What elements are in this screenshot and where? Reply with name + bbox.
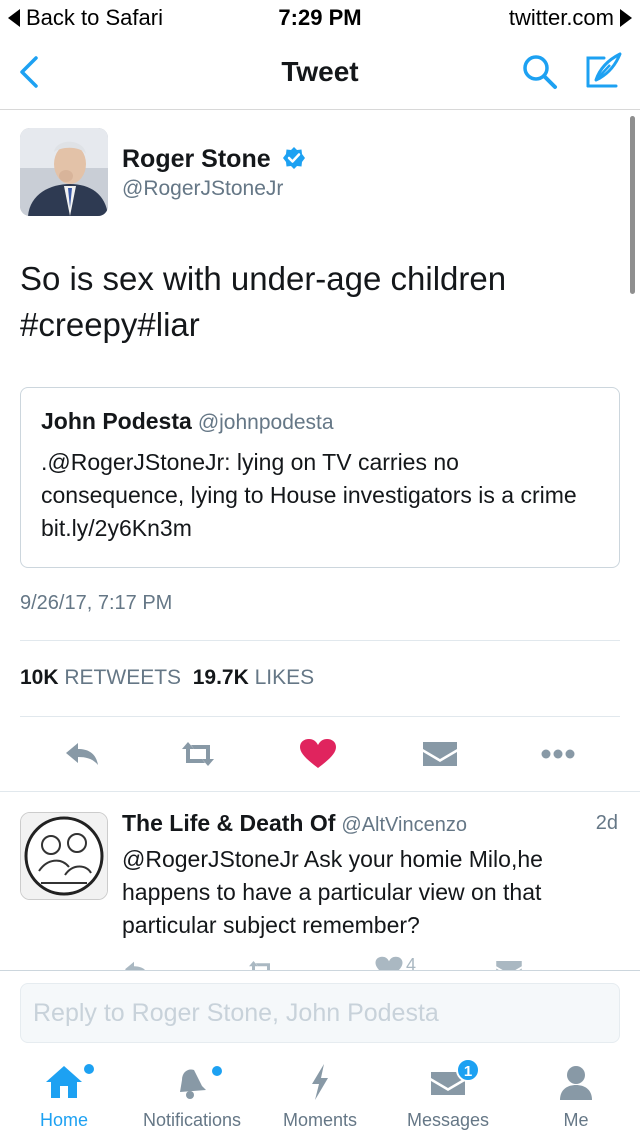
tab-messages[interactable]: 1 Messages <box>384 1054 512 1138</box>
tab-home-label: Home <box>39 1110 88 1130</box>
tweet-stats: 10K RETWEETS 19.7K LIKES <box>20 666 314 690</box>
reply-input[interactable] <box>20 983 620 1043</box>
forward-triangle-icon <box>620 9 632 27</box>
quoted-tweet-card[interactable]: John Podesta @johnpodesta .@RogerJStoneJr… <box>20 387 620 568</box>
tweet-text: So is sex with under-age children #creep… <box>20 260 507 343</box>
scrollbar[interactable] <box>630 116 635 294</box>
likes-label: LIKES <box>254 666 315 689</box>
reply-text: @RogerJStoneJr Ask your homie Milo,he ha… <box>122 846 543 938</box>
reply-avatar-image <box>21 813 107 899</box>
lightning-icon <box>312 1064 328 1100</box>
tab-bar: Home Notifications Moments 1 Messages Me <box>0 1054 640 1138</box>
likes-stat[interactable]: 19.7K LIKES <box>193 666 314 689</box>
person-icon <box>560 1066 592 1100</box>
search-icon[interactable] <box>520 52 560 92</box>
author-name-label: Roger Stone <box>122 145 271 173</box>
divider <box>20 716 620 717</box>
tab-notifications[interactable]: Notifications <box>128 1054 256 1138</box>
likes-count: 19.7K <box>192 666 249 689</box>
reply-composer <box>0 970 640 1054</box>
author-avatar[interactable] <box>20 128 108 216</box>
reply-author-avatar[interactable] <box>20 812 108 900</box>
reply-author-name[interactable]: The Life & Death Of <box>122 810 335 836</box>
author-name[interactable]: Roger Stone <box>122 145 306 174</box>
home-icon <box>46 1066 82 1098</box>
tab-notifications-label: Notifications <box>142 1110 242 1130</box>
author-avatar-image <box>20 128 108 216</box>
reply-author-handle[interactable]: @AltVincenzo <box>341 814 467 836</box>
notifications-new-dot <box>212 1066 222 1076</box>
retweet-icon[interactable] <box>178 737 218 771</box>
more-icon[interactable] <box>538 737 578 771</box>
tab-me-label: Me <box>563 1110 589 1130</box>
status-url[interactable]: twitter.com <box>509 5 632 31</box>
section-divider <box>0 791 640 792</box>
author-handle[interactable]: @RogerJStoneJr <box>122 177 283 201</box>
bell-icon <box>180 1069 206 1099</box>
tab-moments-label: Moments <box>282 1110 358 1130</box>
tab-me[interactable]: Me <box>512 1054 640 1138</box>
reply-time: 2d <box>595 812 618 834</box>
tab-moments[interactable]: Moments <box>256 1054 384 1138</box>
retweets-count: 10K <box>20 666 59 689</box>
divider <box>20 640 620 641</box>
tab-home[interactable]: Home <box>0 1054 128 1138</box>
compose-icon[interactable] <box>582 50 624 92</box>
tweet-timestamp: 9/26/17, 7:17 PM <box>20 592 173 614</box>
reply-header: The Life & Death Of @AltVincenzo 2d <box>122 810 620 837</box>
messages-badge: 1 <box>456 1058 480 1082</box>
status-url-label: twitter.com <box>508 5 614 30</box>
quoted-tweet-text: .@RogerJStoneJr: lying on TV carries no … <box>41 449 577 541</box>
retweets-label: RETWEETS <box>64 666 182 689</box>
verified-badge-icon <box>282 147 305 170</box>
status-bar: Back to Safari 7:29 PM twitter.com <box>0 0 640 34</box>
reply-icon[interactable] <box>62 737 102 771</box>
heart-icon[interactable] <box>298 737 338 771</box>
chevron-left-icon[interactable] <box>14 52 44 92</box>
dm-envelope-icon[interactable] <box>420 737 460 771</box>
retweets-stat[interactable]: 10K RETWEETS <box>20 666 181 689</box>
home-new-dot <box>84 1064 94 1074</box>
tab-messages-label: Messages <box>406 1110 490 1130</box>
quoted-author-handle: @johnpodesta <box>197 411 334 434</box>
quoted-author: John Podesta @johnpodesta <box>41 408 334 435</box>
tweet-actions <box>0 725 640 785</box>
nav-bar: Tweet <box>0 34 640 110</box>
quoted-author-name: John Podesta <box>41 408 192 434</box>
